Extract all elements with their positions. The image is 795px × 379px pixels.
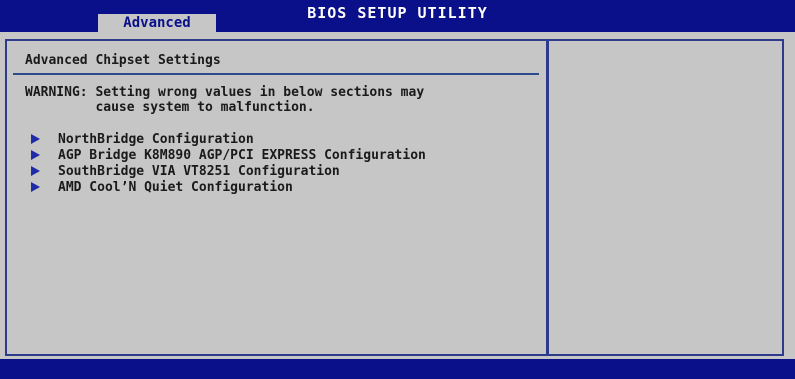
main-pane: Advanced Chipset Settings WARNING: Setti… (7, 41, 546, 354)
menu-item-northbridge[interactable]: NorthBridge Configuration (31, 131, 426, 147)
page-title: Advanced Chipset Settings (25, 53, 221, 68)
help-pane (549, 41, 782, 354)
menu-item-agp-bridge[interactable]: AGP Bridge K8M890 AGP/PCI EXPRESS Config… (31, 147, 426, 163)
warning-text: WARNING: Setting wrong values in below s… (25, 85, 424, 115)
menu-item-label: SouthBridge VIA VT8251 Configuration (58, 163, 340, 179)
menu-item-cool-n-quiet[interactable]: AMD Cool’N Quiet Configuration (31, 179, 426, 195)
tab-advanced[interactable]: Advanced (98, 14, 216, 32)
content-frame: Advanced Chipset Settings WARNING: Setti… (5, 39, 784, 356)
arrow-right-icon (31, 182, 40, 192)
warning-line-2: cause system to malfunction. (25, 100, 315, 115)
menu-item-label: NorthBridge Configuration (58, 131, 254, 147)
arrow-right-icon (31, 134, 40, 144)
title-divider (13, 73, 539, 75)
top-bar: BIOS SETUP UTILITY Advanced (0, 0, 795, 32)
arrow-right-icon (31, 166, 40, 176)
arrow-right-icon (31, 150, 40, 160)
menu-item-southbridge[interactable]: SouthBridge VIA VT8251 Configuration (31, 163, 426, 179)
submenu-list: NorthBridge Configuration AGP Bridge K8M… (31, 131, 426, 195)
bottom-bar (0, 359, 795, 379)
menu-item-label: AGP Bridge K8M890 AGP/PCI EXPRESS Config… (58, 147, 426, 163)
warning-line-1: WARNING: Setting wrong values in below s… (25, 85, 425, 100)
menu-item-label: AMD Cool’N Quiet Configuration (58, 179, 293, 195)
